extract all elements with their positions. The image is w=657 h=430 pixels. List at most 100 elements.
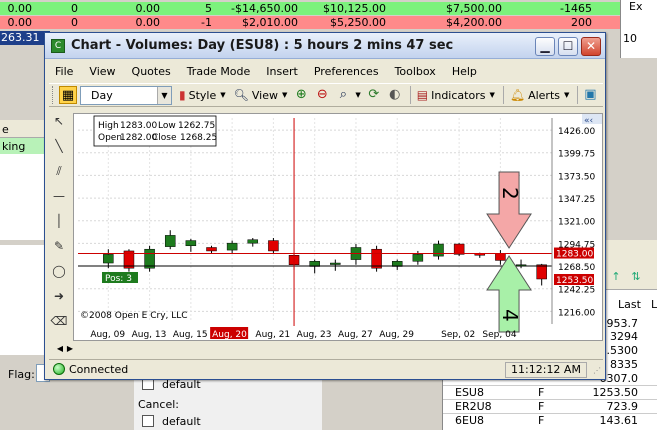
y-tick-label: 1294.75 — [558, 240, 595, 250]
refresh-icon[interactable]: ⟳ — [365, 86, 383, 104]
x-tick-label: Aug, 23 — [297, 330, 332, 340]
style-label: Style — [188, 88, 217, 102]
chart-canvas[interactable]: Pos: 3 1283.00 1253.50 2 4 1426.00 1399.75 137… — [74, 114, 602, 340]
bg-cell: $10,125.00 — [323, 2, 386, 15]
bg-cell: 0.00 — [7, 16, 33, 29]
chevron-down-icon: ▼ — [220, 91, 226, 99]
vertical-line-icon[interactable]: │ — [50, 211, 68, 231]
sort-up-icon[interactable]: ↑ — [609, 270, 623, 284]
toolbar-grip[interactable] — [52, 86, 56, 104]
note-icon[interactable]: ✎ — [50, 236, 68, 256]
chevron-down-icon: ▼ — [489, 91, 495, 99]
bg-grid-row-2[interactable]: 0.00 0 0.00 -1 $2,010.00 $5,250.00 $4,20… — [0, 16, 620, 29]
close-button[interactable]: ✕ — [581, 37, 601, 56]
bg-left-bottom-panel — [0, 245, 48, 355]
y-tick-label: 1373.50 — [558, 172, 595, 182]
scroll-left-icon[interactable]: ◀ — [55, 343, 65, 355]
current-price-label: 1283.00 — [556, 250, 593, 260]
bg-cell: $2,010.00 — [242, 16, 298, 29]
zoom-menu-icon[interactable]: ⌕ — [334, 86, 352, 104]
row-type: F — [538, 414, 545, 427]
chart-scrollbar[interactable]: ◀ ▶ — [49, 343, 603, 357]
y-tick-label: 1399.75 — [558, 150, 595, 160]
scroll-back-icon: «‹ — [584, 116, 593, 126]
col-header-l[interactable]: L — [651, 298, 657, 311]
menu-toolbox[interactable]: Toolbox — [395, 65, 436, 78]
horizontal-line-icon[interactable]: — — [50, 186, 68, 206]
view-button[interactable]: 🔍︎ View ▼ — [231, 86, 291, 105]
channel-icon[interactable]: ⫽ — [50, 161, 68, 181]
zoom-in-icon[interactable]: ⊕ — [292, 86, 310, 104]
period-select[interactable]: Day ▼ — [80, 85, 172, 105]
drawing-tools: ↖ ╲ ⫽ — │ ✎ ◯ ➜ ⌫ — [49, 111, 69, 351]
row-symbol: ESU8 — [455, 386, 484, 399]
table-row[interactable]: ESU8 F 1253.50 — [443, 386, 657, 399]
pointer-icon[interactable]: ↖ — [50, 111, 68, 131]
arrow-icon[interactable]: ➜ — [50, 286, 68, 306]
y-tick-label: 1426.00 — [558, 127, 595, 137]
row-symbol: 6EU8 — [455, 414, 484, 427]
candle-body — [371, 248, 382, 269]
period-select-value: Day — [91, 88, 113, 102]
sort-down-icon[interactable]: ⇅ — [629, 270, 643, 284]
chart-app-icon[interactable]: C — [51, 39, 65, 53]
menu-trade-mode[interactable]: Trade Mode — [187, 65, 251, 78]
indicators-button[interactable]: ▤ Indicators ▼ — [414, 86, 498, 105]
y-tick-label: 1321.00 — [558, 218, 595, 228]
table-row[interactable]: 6EU8 F 143.61 — [443, 414, 657, 427]
x-tick-label: Aug, 27 — [338, 330, 373, 340]
chevron-down-icon[interactable]: ▼ — [355, 91, 360, 99]
status-bar: Connected 11:12:12 AM ⋰ — [49, 359, 603, 379]
zoom-out-icon[interactable]: ⊖ — [313, 86, 331, 104]
ellipse-icon[interactable]: ◯ — [50, 261, 68, 281]
menu-bar: File View Quotes Trade Mode Insert Prefe… — [45, 61, 605, 81]
scroll-right-icon[interactable]: ▶ — [65, 343, 75, 355]
menu-help[interactable]: Help — [452, 65, 477, 78]
bg-grid-row-1[interactable]: 0.00 0 0.00 5 -$14,650.00 $10,125.00 $7,… — [0, 2, 620, 15]
menu-quotes[interactable]: Quotes — [132, 65, 171, 78]
candle-body — [247, 239, 259, 244]
cancel-default-checkbox[interactable] — [142, 415, 154, 427]
buy-order-qty: 4 — [498, 309, 522, 322]
resize-grip-icon[interactable]: ⋰ — [593, 366, 601, 375]
fit-icon[interactable]: ◐ — [386, 86, 404, 104]
ohlc-close-label: Close — [152, 133, 177, 143]
y-tick-label: 1216.00 — [558, 308, 595, 318]
row-last: 143.61 — [599, 414, 639, 427]
chevron-down-icon[interactable]: ▼ — [157, 86, 171, 104]
menu-preferences[interactable]: Preferences — [314, 65, 379, 78]
title-bar[interactable]: C Chart - Volumes: Day (ESU8) : 5 hours … — [45, 33, 605, 59]
bg-grid-row-3[interactable]: 263.31 — [0, 31, 50, 45]
menu-insert[interactable]: Insert — [266, 65, 298, 78]
style-button[interactable]: ▮ Style ▼ — [176, 86, 229, 105]
bg-cell: $7,500.00 — [446, 2, 502, 15]
col-header-last[interactable]: Last — [618, 298, 641, 311]
bell-icon: 🔔︎ — [509, 88, 526, 102]
alerts-label: Alerts — [528, 88, 560, 102]
price-chart[interactable]: Pos: 3 1283.00 1253.50 2 4 1426.00 1399.75 137… — [73, 113, 603, 341]
row-last: 8335 — [610, 358, 638, 371]
trendline-icon[interactable]: ╲ — [50, 136, 68, 156]
magnifier-icon: 🔍︎ — [233, 88, 249, 102]
bg-left-selected-row[interactable]: king — [0, 138, 48, 154]
bg-cell: $4,200.00 — [446, 16, 502, 29]
alerts-button[interactable]: 🔔︎ Alerts ▼ — [507, 86, 573, 105]
period-calendar-icon[interactable]: ▦ — [59, 86, 77, 104]
eraser-icon[interactable]: ⌫ — [50, 311, 68, 331]
menu-file[interactable]: File — [55, 65, 73, 78]
candle-body — [268, 240, 279, 252]
menu-view[interactable]: View — [89, 65, 115, 78]
export-icon[interactable]: ▣ — [581, 86, 599, 104]
chart-window: C Chart - Volumes: Day (ESU8) : 5 hours … — [44, 32, 606, 380]
maximize-button[interactable]: ☐ — [558, 37, 578, 56]
sell-order-arrow — [486, 171, 532, 249]
table-row[interactable]: ER2U8 F 723.9 — [443, 400, 657, 413]
connection-status-icon — [53, 363, 65, 375]
x-tick-label: Sep, 02 — [441, 330, 475, 340]
toolbar-separator — [577, 86, 579, 104]
candles-icon: ▮ — [179, 88, 186, 102]
candle-body — [226, 242, 238, 251]
minimize-button[interactable]: ▁ — [535, 37, 555, 56]
ohlc-high-label: High — [98, 121, 119, 131]
bg-cell: 0.00 — [7, 2, 33, 15]
